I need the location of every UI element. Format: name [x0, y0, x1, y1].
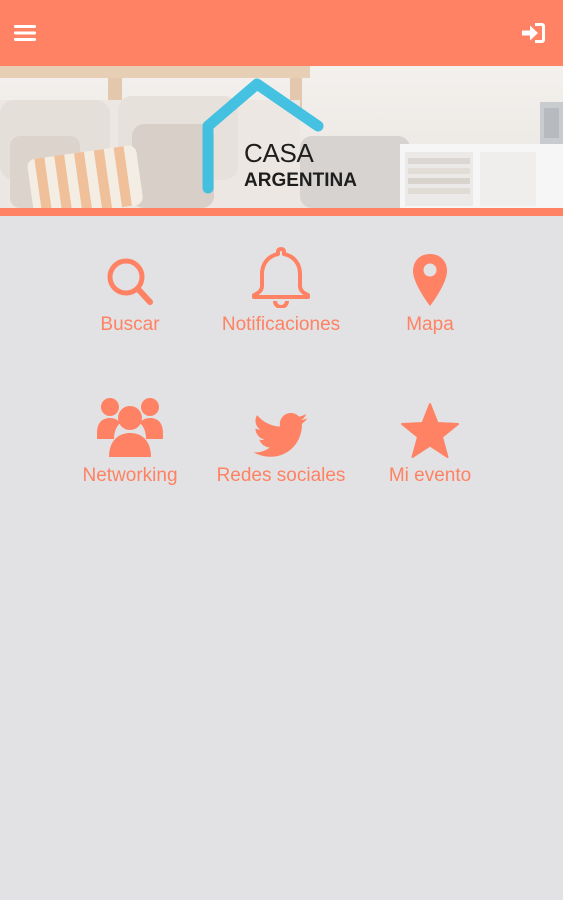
logo-text-casa: CASA — [244, 138, 314, 168]
menu-tile-networking[interactable]: Networking — [55, 397, 205, 507]
menu-button[interactable] — [10, 18, 40, 48]
hero-banner: CASA ARGENTINA — [0, 66, 563, 208]
hamburger-menu-icon — [14, 25, 36, 41]
menu-tile-label: Notificaciones — [221, 314, 341, 335]
menu-tile-notificaciones[interactable]: Notificaciones — [206, 246, 356, 356]
bell-icon — [252, 247, 310, 308]
sign-in-icon — [522, 23, 545, 43]
menu-tile-mapa[interactable]: Mapa — [355, 246, 505, 356]
twitter-icon — [253, 413, 308, 457]
menu-tile-label: Mi evento — [388, 465, 472, 486]
menu-tile-buscar[interactable]: Buscar — [55, 246, 205, 356]
logo-text-argentina: ARGENTINA — [244, 170, 357, 191]
login-button[interactable] — [519, 18, 549, 48]
menu-tile-label: Redes sociales — [216, 465, 346, 486]
menu-tile-label: Mapa — [406, 314, 454, 335]
menu-tile-label: Networking — [82, 465, 178, 486]
menu-tile-label: Buscar — [100, 314, 160, 335]
users-icon — [97, 398, 163, 457]
menu-tile-mi-evento[interactable]: Mi evento — [355, 397, 505, 507]
menu-tile-redes-sociales[interactable]: Redes sociales — [206, 397, 356, 507]
map-pin-icon — [413, 254, 447, 306]
banner-accent-strip — [0, 208, 563, 216]
star-icon — [401, 403, 459, 458]
search-icon — [107, 258, 153, 305]
app-bar — [0, 0, 563, 66]
